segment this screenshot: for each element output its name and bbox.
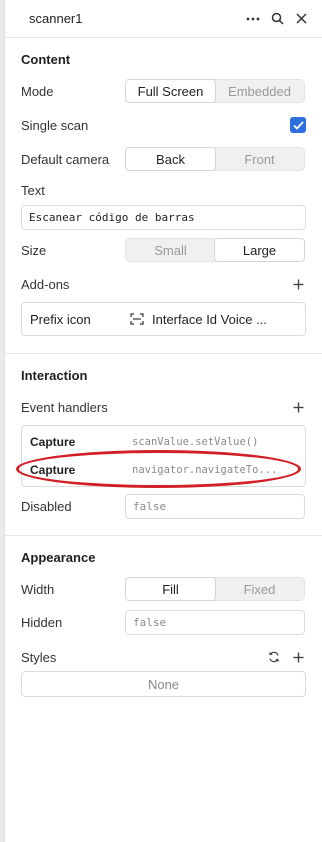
add-style-plus-icon[interactable] [290,649,306,665]
appearance-section-title: Appearance [21,550,96,565]
mode-option-full-screen[interactable]: Full Screen [125,79,216,103]
styles-label: Styles [21,649,57,665]
event-handler-event: Capture [30,435,76,449]
event-handlers-list: Capture scanValue.setValue() Capture nav… [21,425,306,487]
event-handler-code: navigator.navigateTo... [132,464,278,476]
reset-styles-icon[interactable] [266,649,282,665]
disabled-label: Disabled [21,498,72,514]
content-section: Content Mode Full Screen Embedded Single… [5,38,322,354]
text-label: Text [21,182,45,198]
default-camera-row: Default camera Back Front [5,147,322,171]
component-name[interactable]: scanner1 [29,11,240,26]
add-event-handler-plus-icon[interactable] [290,399,306,415]
event-handler-item[interactable]: Capture navigator.navigateTo... [22,456,305,484]
search-icon[interactable] [266,8,288,30]
text-input[interactable]: Escanear código de barras [21,205,306,230]
styles-select[interactable]: None [21,671,306,697]
size-label: Size [21,242,47,258]
size-option-small[interactable]: Small [126,239,215,261]
disabled-row: Disabled false [5,493,322,519]
event-handlers-label: Event handlers [21,399,108,415]
content-section-title: Content [21,52,71,67]
addons-row: Add-ons [5,272,322,296]
hidden-label: Hidden [21,614,63,630]
mode-label: Mode [21,83,54,99]
width-segmented-control: Fill Fixed [125,577,305,601]
close-icon[interactable] [290,8,312,30]
camera-option-front[interactable]: Front [215,148,304,170]
disabled-input[interactable]: false [125,493,305,519]
mode-segmented-control: Full Screen Embedded [125,79,305,103]
event-handler-code: scanValue.setValue() [132,436,259,448]
prefix-icon-addon[interactable]: Prefix icon Interface Id Voice ... [21,302,306,336]
camera-option-back[interactable]: Back [125,147,216,171]
size-row: Size Small Large [5,238,322,262]
interaction-section-title: Interaction [21,368,88,383]
single-scan-label: Single scan [21,117,89,133]
width-row: Width Fill Fixed [5,577,322,601]
prefix-icon-value: Interface Id Voice ... [152,311,267,327]
event-handler-event: Capture [30,463,76,477]
add-addon-plus-icon[interactable] [290,276,306,292]
hidden-input[interactable]: false [125,609,305,635]
mode-row: Mode Full Screen Embedded [5,79,322,103]
more-icon[interactable] [242,8,264,30]
prefix-icon-label: Prefix icon [30,311,91,327]
appearance-section: Appearance Width Fill Fixed Hidden false… [5,536,322,697]
size-segmented-control: Small Large [125,238,305,262]
width-label: Width [21,581,55,597]
default-camera-label: Default camera [21,151,110,167]
size-option-large[interactable]: Large [214,238,305,262]
text-label-row: Text [5,181,322,199]
addons-label: Add-ons [21,276,70,292]
width-option-fill[interactable]: Fill [125,577,216,601]
interaction-section: Interaction Event handlers Capture scanV… [5,354,322,536]
camera-segmented-control: Back Front [125,147,305,171]
inspector-panel: scanner1 Content Mode Full Screen Embedd… [5,0,322,842]
mode-option-embedded[interactable]: Embedded [215,80,304,102]
event-handler-item[interactable]: Capture scanValue.setValue() [22,428,305,456]
styles-row: Styles [5,645,322,669]
scan-frame-icon [130,313,144,325]
hidden-row: Hidden false [5,609,322,635]
single-scan-row: Single scan [5,113,322,137]
panel-header: scanner1 [5,0,322,38]
event-handlers-row: Event handlers [5,395,322,419]
width-option-fixed[interactable]: Fixed [215,578,304,600]
single-scan-checkbox[interactable] [290,117,306,133]
